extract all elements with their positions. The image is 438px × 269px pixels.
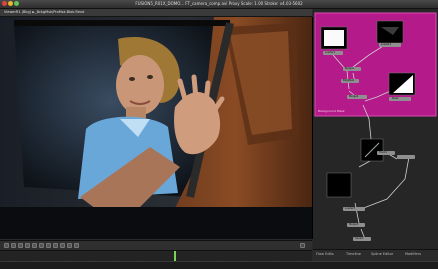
- tab-modifiers[interactable]: Modifiers: [405, 252, 421, 256]
- viewer-toolbar: [0, 240, 312, 250]
- lock-icon[interactable]: [53, 243, 58, 248]
- stereo-icon[interactable]: [46, 243, 51, 248]
- node-label-merge2[interactable]: Merge2: [349, 95, 358, 98]
- tab-flow-edits[interactable]: Flow Edits: [316, 252, 334, 256]
- loader3-thumbnail: [326, 172, 352, 198]
- zoom-fit-icon[interactable]: [4, 243, 9, 248]
- viewer-label: ViewerR1 (Bkg) ►_BckgMsk/ProMsk.Blok.Ren…: [4, 10, 85, 14]
- play-icon[interactable]: [300, 243, 305, 248]
- viewer-image: [0, 17, 312, 239]
- node-label-loader2[interactable]: Loader2: [381, 43, 391, 46]
- guides-icon[interactable]: [39, 243, 44, 248]
- title-bar: FUSION5_R01X_DOMO... FT_camera_comp.avi …: [0, 0, 438, 9]
- node-merge-b: [397, 155, 415, 159]
- node-label-bg-mask[interactable]: BkgMask: [343, 79, 354, 82]
- node-label-track1[interactable]: Track1: [379, 151, 387, 154]
- lut-icon[interactable]: [32, 243, 37, 248]
- node-graph: [314, 12, 437, 241]
- node-label-merge1[interactable]: Merge1: [345, 67, 354, 70]
- proxy-icon[interactable]: [74, 243, 79, 248]
- image-viewer[interactable]: [0, 17, 313, 239]
- window-title: FUSION5_R01X_DOMO... FT_camera_comp.avi …: [135, 1, 303, 6]
- node-label-mask[interactable]: Mask: [392, 97, 398, 100]
- channel-icon[interactable]: [18, 243, 23, 248]
- playhead[interactable]: [174, 251, 176, 261]
- subview-icon[interactable]: [60, 243, 65, 248]
- tab-timeline[interactable]: Timeline: [346, 252, 361, 256]
- roi-icon[interactable]: [25, 243, 30, 248]
- zoom-icon[interactable]: [11, 243, 16, 248]
- flow-view[interactable]: Background Mask Loader1 Loader2 Merge1 B…: [313, 9, 438, 249]
- frame-ticks: · · · · · · · · · · · ·: [12, 254, 300, 258]
- node-label-merge3[interactable]: Merge3: [349, 223, 358, 226]
- group-label: Background Mask: [318, 109, 345, 113]
- pixel-icon[interactable]: [67, 243, 72, 248]
- node-label-saver1[interactable]: Saver1: [355, 237, 364, 240]
- viewer-header: ViewerR1 (Bkg) ►_BckgMsk/ProMsk.Blok.Ren…: [0, 9, 312, 17]
- tab-spline-editor[interactable]: Spline Editor: [371, 252, 393, 256]
- time-ruler[interactable]: · · · · · · · · · · · ·: [0, 250, 312, 261]
- node-label-loader1[interactable]: Loader1: [325, 51, 335, 54]
- node-label-loader3[interactable]: Loader3: [345, 207, 355, 210]
